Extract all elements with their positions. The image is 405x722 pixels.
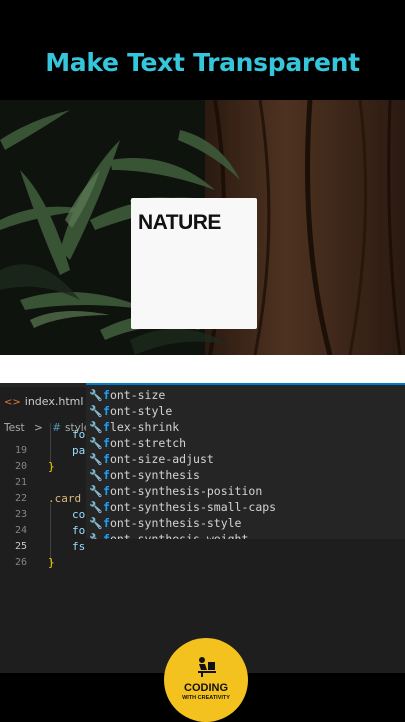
- autocomplete-popup[interactable]: 🔧font-size 🔧font-style 🔧flex-shrink 🔧fon…: [86, 383, 405, 539]
- suggestion-item[interactable]: 🔧font-style: [86, 403, 405, 419]
- line-number-active: 25: [14, 541, 27, 552]
- wrench-icon: 🔧: [89, 485, 103, 498]
- coder-at-desk-icon: [198, 657, 216, 677]
- indent-guide: [50, 503, 51, 563]
- suggestion-item[interactable]: 🔧flex-shrink: [86, 419, 405, 435]
- divider-strip: [0, 355, 405, 383]
- wrench-icon: 🔧: [89, 532, 103, 539]
- code-line-22[interactable]: .card: [48, 492, 81, 505]
- line-number: 20: [14, 461, 27, 472]
- code-line-18-fragment[interactable]: fo: [72, 428, 85, 441]
- wrench-icon: 🔧: [89, 453, 103, 466]
- logo-subtext: WITH CREATIVITY: [182, 695, 230, 701]
- wrench-icon: 🔧: [89, 389, 103, 402]
- css-file-icon: #: [52, 422, 61, 434]
- logo-text: CODING: [184, 682, 228, 694]
- suggestion-item[interactable]: 🔧font-synthesis-position: [86, 483, 405, 499]
- code-line-23[interactable]: co: [72, 508, 85, 521]
- line-number: 23: [14, 509, 27, 520]
- line-number: 24: [14, 525, 27, 536]
- nature-card: NATURE: [131, 198, 257, 329]
- code-line-26[interactable]: }: [48, 556, 55, 569]
- card-heading: NATURE: [138, 211, 221, 234]
- suggestion-item[interactable]: 🔧font-stretch: [86, 435, 405, 451]
- suggestion-item[interactable]: 🔧font-synthesis-small-caps: [86, 499, 405, 515]
- html-file-icon: <>: [4, 397, 21, 408]
- suggestion-item[interactable]: 🔧font-synthesis: [86, 467, 405, 483]
- code-line-24[interactable]: fo: [72, 524, 85, 537]
- code-line-19[interactable]: pa: [72, 444, 85, 457]
- line-number: 26: [14, 557, 27, 568]
- wrench-icon: 🔧: [89, 421, 103, 434]
- wrench-icon: 🔧: [89, 469, 103, 482]
- suggestion-item[interactable]: 🔧font-size-adjust: [86, 451, 405, 467]
- breadcrumb-separator: >: [34, 422, 43, 434]
- indent-guide: [50, 423, 51, 463]
- suggestion-item[interactable]: 🔧font-synthesis-weight: [86, 531, 405, 539]
- line-number: 22: [14, 493, 27, 504]
- wrench-icon: 🔧: [89, 437, 103, 450]
- code-line-20[interactable]: }: [48, 460, 55, 473]
- header-bar: Make Text Transparent: [0, 0, 405, 100]
- channel-logo: CODING WITH CREATIVITY: [164, 638, 248, 722]
- wrench-icon: 🔧: [89, 501, 103, 514]
- line-number: 19: [14, 445, 27, 456]
- line-number: 21: [14, 477, 27, 488]
- video-title: Make Text Transparent: [45, 48, 360, 77]
- tab-index-html[interactable]: <> index.html: [0, 387, 88, 417]
- suggestion-item[interactable]: 🔧font-size: [86, 387, 405, 403]
- tab-label: index.html: [24, 395, 84, 408]
- wrench-icon: 🔧: [89, 517, 103, 530]
- wrench-icon: 🔧: [89, 405, 103, 418]
- suggestion-item[interactable]: 🔧font-synthesis-style: [86, 515, 405, 531]
- code-line-25-cursor[interactable]: fs: [72, 540, 85, 553]
- breadcrumb-folder[interactable]: Test: [4, 422, 25, 434]
